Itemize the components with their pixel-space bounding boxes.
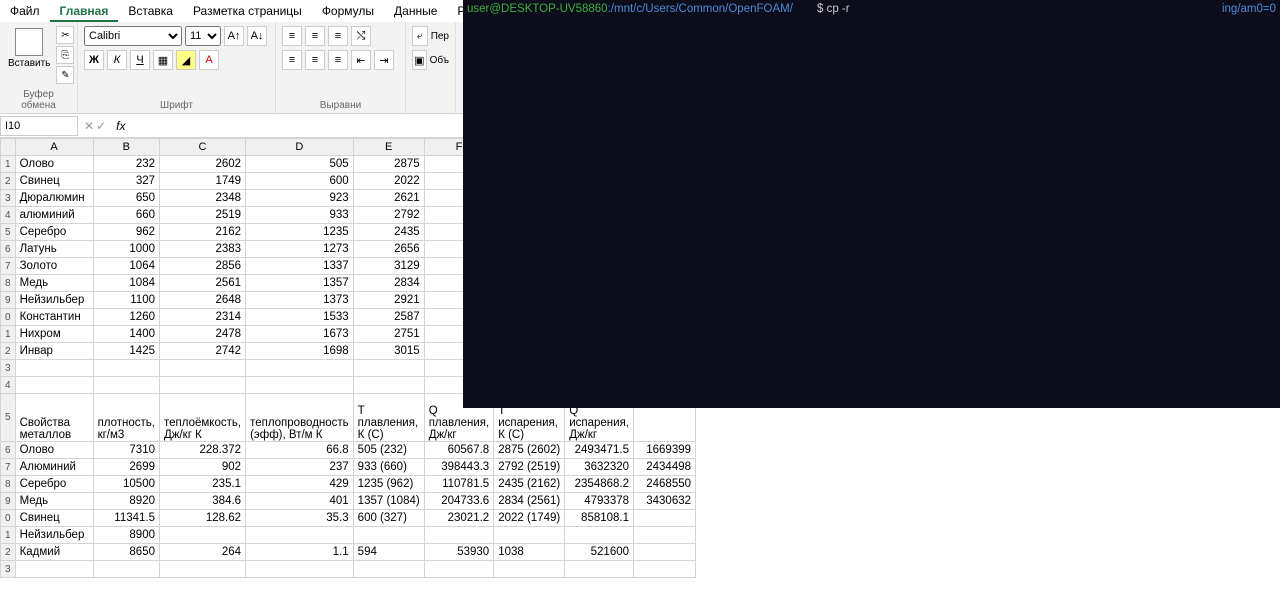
clipboard-group-label: Буфер обмена xyxy=(6,87,71,111)
align-bottom-button[interactable]: ≡ xyxy=(328,26,348,46)
menu-Формулы[interactable]: Формулы xyxy=(312,0,384,22)
align-top-button[interactable]: ≡ xyxy=(282,26,302,46)
underline-button[interactable]: Ч xyxy=(130,50,150,70)
format-painter-button[interactable]: ✎ xyxy=(56,66,74,84)
clipboard-icon xyxy=(15,28,43,56)
col-E[interactable]: E xyxy=(353,139,424,156)
table-row[interactable]: 1Нейзильбер8900 xyxy=(1,527,696,544)
align-left-button[interactable]: ≡ xyxy=(282,50,302,70)
menu-Файл[interactable]: Файл xyxy=(0,0,50,22)
wrap-label: Пер xyxy=(431,31,449,42)
bold-button[interactable]: Ж xyxy=(84,50,104,70)
col-B[interactable]: B xyxy=(93,139,159,156)
increase-font-button[interactable]: A↑ xyxy=(224,26,244,46)
increase-indent-button[interactable]: ⇥ xyxy=(374,50,394,70)
table-row[interactable]: 8Серебро10500235.14291235 (962)110781.52… xyxy=(1,476,696,493)
terminal-right: ing/am0=0 xyxy=(1222,2,1276,16)
terminal-user: user@ xyxy=(467,3,501,15)
fx-icon[interactable]: fx xyxy=(112,119,129,133)
copy-button[interactable]: ⎘ xyxy=(56,46,74,64)
font-group-label: Шрифт xyxy=(84,98,269,111)
font-color-button[interactable]: A xyxy=(199,50,219,70)
cut-button[interactable]: ✂ xyxy=(56,26,74,44)
align-right-button[interactable]: ≡ xyxy=(328,50,348,70)
table-row[interactable]: 2Кадмий86502641.1594539301038521600 xyxy=(1,544,696,561)
terminal-window[interactable]: user@DESKTOP-UV58860:/mnt/c/Users/Common… xyxy=(463,0,1280,408)
align-middle-button[interactable]: ≡ xyxy=(305,26,325,46)
decrease-font-button[interactable]: A↓ xyxy=(247,26,267,46)
col-C[interactable]: C xyxy=(160,139,246,156)
orientation-button[interactable]: ⤭ xyxy=(351,26,371,46)
table-row[interactable]: 3 xyxy=(1,561,696,578)
fill-color-button[interactable]: ◢ xyxy=(176,50,196,70)
table-row[interactable]: 0Свинец11341.5128.6235.3600 (327)23021.2… xyxy=(1,510,696,527)
menu-Вставка[interactable]: Вставка xyxy=(118,0,183,22)
merge-button[interactable]: ▣ xyxy=(412,50,427,70)
cancel-icon[interactable]: ✕ xyxy=(84,119,94,133)
decrease-indent-button[interactable]: ⇤ xyxy=(351,50,371,70)
borders-button[interactable]: ▦ xyxy=(153,50,173,70)
menu-Данные[interactable]: Данные xyxy=(384,0,447,22)
paste-button[interactable]: Вставить xyxy=(6,26,52,71)
table-row[interactable]: 9Медь8920384.64011357 (1084)204733.62834… xyxy=(1,493,696,510)
terminal-path: :/mnt/c/Users/Common/OpenFOAM/ xyxy=(608,3,793,15)
paste-label: Вставить xyxy=(8,58,50,69)
font-size-select[interactable]: 11 xyxy=(185,26,221,46)
table-row[interactable]: 7Алюминий2699902237933 (660)398443.32792… xyxy=(1,459,696,476)
terminal-cmd: $ cp -r xyxy=(817,2,1276,16)
terminal-host: DESKTOP-UV58860 xyxy=(501,3,608,15)
font-name-select[interactable]: Calibri xyxy=(84,26,182,46)
align-group-label: Выравни xyxy=(282,98,399,111)
col-D[interactable]: D xyxy=(246,139,354,156)
italic-button[interactable]: К xyxy=(107,50,127,70)
enter-icon[interactable]: ✓ xyxy=(96,119,106,133)
col-A[interactable]: A xyxy=(15,139,93,156)
merge-label: Объ xyxy=(430,55,449,66)
align-center-button[interactable]: ≡ xyxy=(305,50,325,70)
name-box[interactable] xyxy=(0,116,78,136)
menu-Главная[interactable]: Главная xyxy=(50,0,119,22)
wrap-text-button[interactable]: ⤶ xyxy=(412,26,428,46)
table-row[interactable]: 6Олово7310228.37266.8505 (232)60567.8287… xyxy=(1,442,696,459)
menu-Разметка страницы[interactable]: Разметка страницы xyxy=(183,0,312,22)
